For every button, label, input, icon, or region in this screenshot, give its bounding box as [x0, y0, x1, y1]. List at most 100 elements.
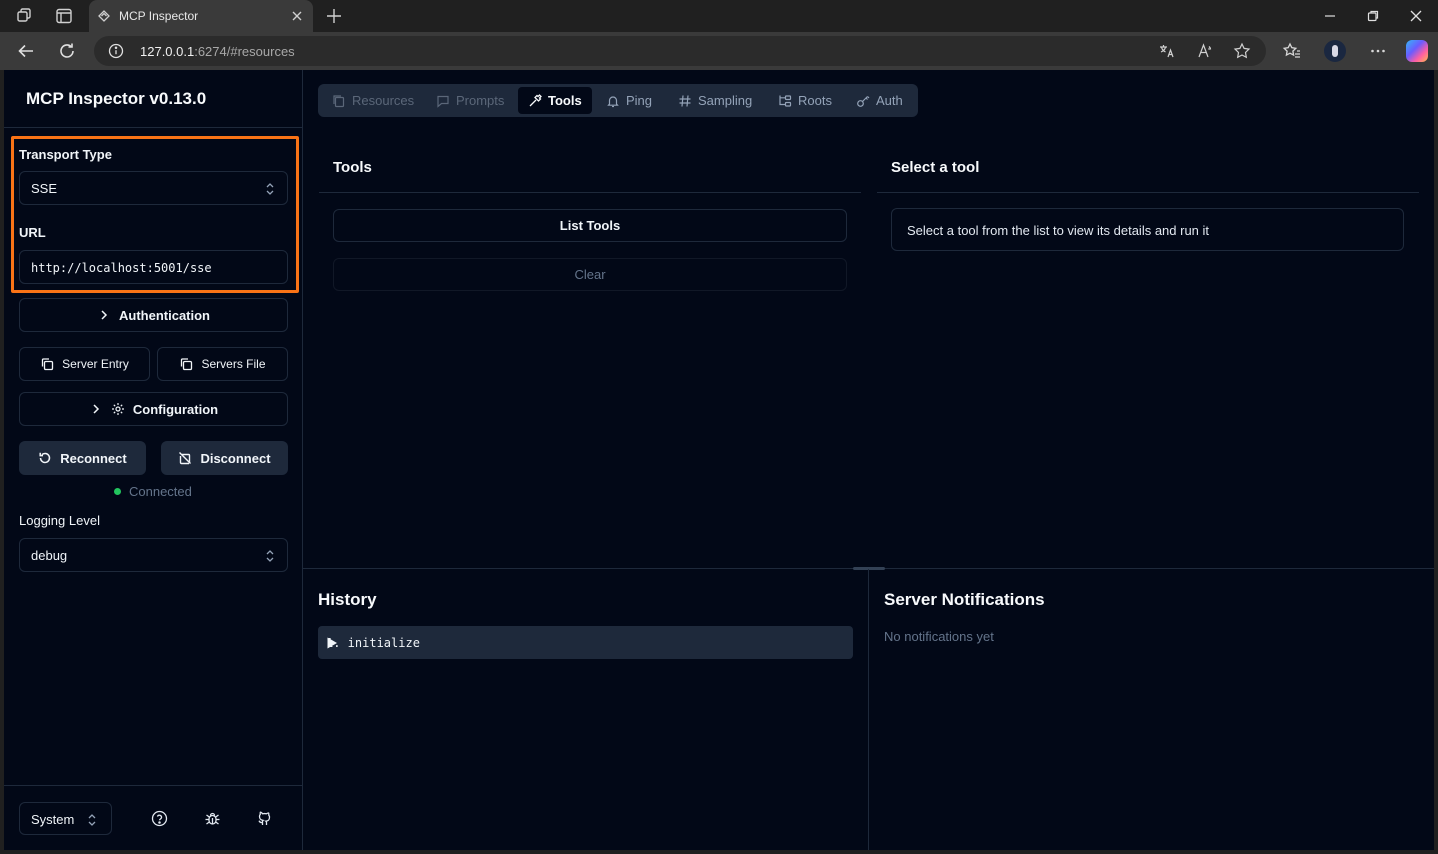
- chevrons-up-down-icon: [265, 549, 275, 563]
- browser-toolbar: 127.0.0.1:6274/#resources: [0, 32, 1438, 70]
- transport-type-value: SSE: [31, 181, 58, 196]
- copy-icon: [40, 357, 54, 371]
- gear-icon: [111, 402, 125, 416]
- reconnect-button[interactable]: Reconnect: [19, 441, 146, 475]
- browser-tab[interactable]: MCP Inspector: [89, 0, 313, 32]
- tab-sampling-label: Sampling: [698, 93, 753, 108]
- hash-icon: [679, 94, 691, 107]
- authentication-button[interactable]: Authentication: [19, 298, 288, 332]
- authentication-label: Authentication: [119, 307, 210, 323]
- browser-tab-strip: MCP Inspector: [0, 0, 1438, 32]
- tab-auth[interactable]: Auth: [846, 87, 913, 114]
- tab-prompts[interactable]: Prompts: [426, 87, 514, 114]
- tool-detail-hint-box: Select a tool from the list to view its …: [891, 208, 1404, 251]
- tab-ping[interactable]: Ping: [596, 87, 662, 114]
- folder-tree-icon: [779, 94, 792, 107]
- copy-icon: [179, 357, 193, 371]
- servers-file-label: Servers File: [201, 357, 266, 371]
- tab-actions-icon[interactable]: [54, 6, 74, 26]
- play-icon[interactable]: [326, 636, 338, 650]
- translate-icon[interactable]: [1158, 42, 1176, 60]
- browser-tab-title: MCP Inspector: [119, 9, 199, 23]
- tab-roots-label: Roots: [798, 93, 832, 108]
- unplug-icon: [178, 451, 192, 465]
- list-tools-label: List Tools: [559, 218, 621, 233]
- bug-icon[interactable]: [204, 810, 221, 827]
- tab-ping-label: Ping: [626, 93, 653, 108]
- main-tabs: Resources Prompts Tools Ping Sampling Ro…: [318, 84, 918, 117]
- tools-panel-title: Tools: [333, 159, 372, 176]
- chevron-right-icon: [97, 308, 111, 322]
- workspaces-icon[interactable]: [15, 6, 35, 26]
- close-window-icon[interactable]: [1408, 8, 1424, 24]
- site-info-icon[interactable]: [108, 43, 124, 59]
- github-icon[interactable]: [256, 810, 273, 827]
- server-entry-button[interactable]: Server Entry: [19, 347, 150, 381]
- transport-type-select[interactable]: SSE: [19, 171, 288, 205]
- sidebar: MCP Inspector v0.13.0 Transport Type SSE…: [4, 70, 303, 850]
- tab-resources[interactable]: Resources: [322, 87, 424, 114]
- configuration-label: Configuration: [132, 401, 219, 417]
- tab-roots[interactable]: Roots: [768, 87, 842, 114]
- url-input[interactable]: http://localhost:5001/sse: [19, 250, 288, 284]
- profile-avatar[interactable]: [1324, 40, 1346, 62]
- chevrons-up-down-icon: [87, 813, 97, 827]
- logging-level-select[interactable]: debug: [19, 538, 288, 572]
- clear-button[interactable]: Clear: [333, 258, 847, 291]
- sidebar-footer-divider: [4, 785, 302, 786]
- tab-tools[interactable]: Tools: [518, 87, 592, 114]
- resize-handle[interactable]: [853, 567, 885, 570]
- restore-icon[interactable]: [1365, 8, 1381, 24]
- configuration-button[interactable]: Configuration: [19, 392, 288, 426]
- theme-value: System: [31, 812, 75, 827]
- chevron-right-icon: [89, 402, 103, 416]
- history-item[interactable]: 1. initialize: [318, 626, 853, 659]
- read-aloud-icon[interactable]: [1196, 42, 1214, 60]
- tools-panel-divider: [319, 192, 861, 193]
- new-tab-icon[interactable]: [325, 7, 343, 25]
- tab-resources-label: Resources: [352, 93, 415, 108]
- refresh-icon[interactable]: [57, 41, 77, 61]
- mcp-inspector-app: MCP Inspector v0.13.0 Transport Type SSE…: [4, 70, 1434, 850]
- server-notifications-title: Server Notifications: [884, 590, 1045, 609]
- message-icon: [437, 95, 449, 108]
- bell-icon: [607, 95, 619, 107]
- url-label: URL: [19, 225, 46, 240]
- connection-status-text: Connected: [129, 484, 192, 499]
- connection-status: Connected: [114, 484, 192, 499]
- status-dot-icon: [114, 488, 121, 495]
- tool-detail-title: Select a tool: [891, 159, 980, 176]
- file-icon: [333, 94, 345, 107]
- address-bar[interactable]: 127.0.0.1:6274/#resources: [94, 36, 1266, 66]
- reconnect-label: Reconnect: [60, 450, 127, 466]
- more-options-icon[interactable]: [1368, 41, 1388, 61]
- history-item-label: 1. initialize: [326, 636, 420, 650]
- logging-level-label: Logging Level: [19, 513, 100, 528]
- notifications-empty-text: No notifications yet: [884, 629, 994, 644]
- rotate-ccw-icon: [38, 451, 52, 465]
- close-tab-icon[interactable]: [289, 8, 305, 24]
- tab-auth-label: Auth: [876, 93, 903, 108]
- minimize-icon[interactable]: [1322, 8, 1338, 24]
- logging-level-value: debug: [31, 548, 68, 563]
- favorite-star-icon[interactable]: [1233, 42, 1251, 60]
- theme-select[interactable]: System: [19, 802, 112, 835]
- history-title: History: [318, 590, 377, 609]
- url-text: 127.0.0.1:6274/#resources: [140, 44, 295, 59]
- disconnect-button[interactable]: Disconnect: [161, 441, 288, 475]
- app-title: MCP Inspector v0.13.0: [26, 89, 207, 108]
- tab-tools-label: Tools: [548, 93, 582, 108]
- list-tools-button[interactable]: List Tools: [333, 209, 847, 242]
- favorites-icon[interactable]: [1282, 41, 1302, 61]
- hammer-icon: [529, 93, 542, 106]
- tool-detail-divider: [877, 192, 1419, 193]
- transport-type-label: Transport Type: [19, 147, 112, 162]
- disconnect-label: Disconnect: [200, 450, 271, 466]
- url-input-value: http://localhost:5001/sse: [31, 261, 212, 275]
- back-icon[interactable]: [16, 41, 36, 61]
- tab-sampling[interactable]: Sampling: [668, 87, 762, 114]
- copilot-icon[interactable]: [1406, 40, 1428, 62]
- bottom-panels-divider: [868, 569, 869, 850]
- servers-file-button[interactable]: Servers File: [157, 347, 288, 381]
- help-circle-icon[interactable]: [151, 810, 168, 827]
